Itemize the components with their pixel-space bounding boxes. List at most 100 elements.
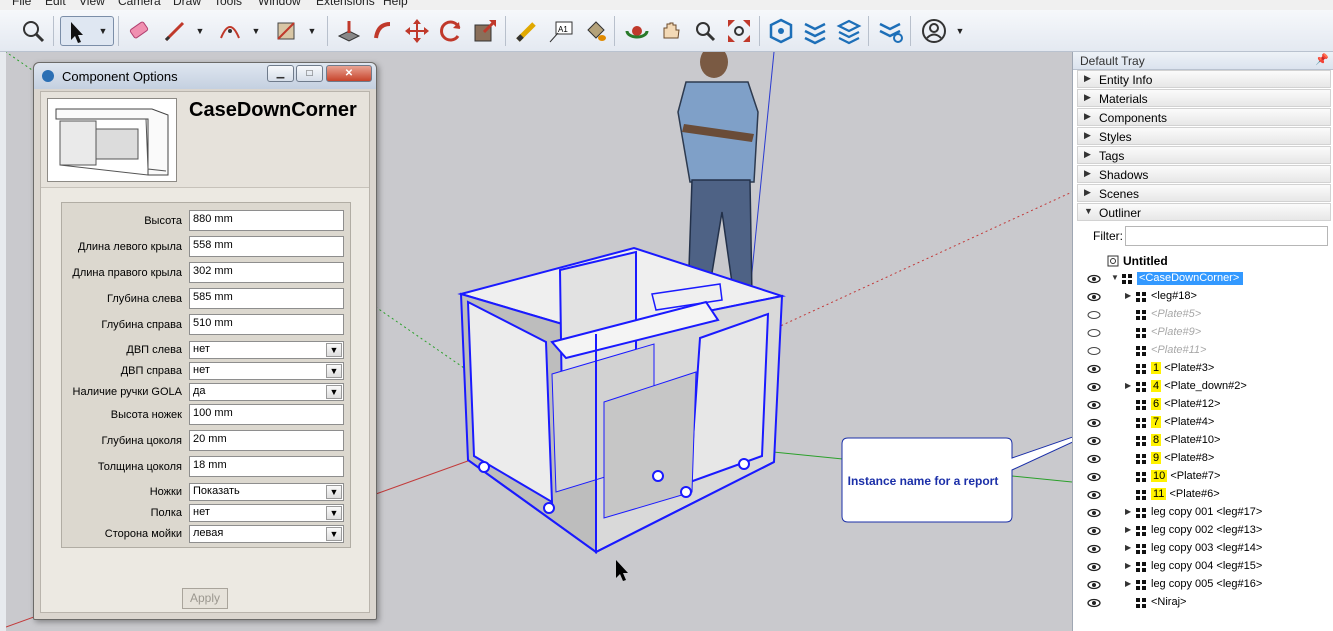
paint-bucket-icon[interactable]	[580, 16, 610, 46]
param-input[interactable]: 510 mm	[189, 314, 344, 335]
outliner-row[interactable]: ▶ leg copy 003 <leg#14>	[1077, 540, 1333, 558]
chevron-down-icon[interactable]: ▼	[307, 26, 317, 36]
param-select[interactable]: нет ▼	[189, 341, 344, 359]
panel-components[interactable]: ▶ Components	[1077, 108, 1331, 126]
outliner-row[interactable]: 8 <Plate#10>	[1077, 432, 1333, 450]
chevron-down-icon[interactable]: ▼	[251, 26, 261, 36]
chevron-down-icon[interactable]: ▼	[98, 26, 108, 36]
outliner-row[interactable]: ▶ leg copy 004 <leg#15>	[1077, 558, 1333, 576]
zoom-extents-icon[interactable]	[724, 16, 754, 46]
outliner-row[interactable]: <Plate#11>	[1077, 342, 1333, 360]
rotate-icon[interactable]	[436, 16, 466, 46]
maximize-icon[interactable]: □	[296, 65, 323, 82]
param-input[interactable]: 585 mm	[189, 288, 344, 309]
outliner-row[interactable]: 7 <Plate#4>	[1077, 414, 1333, 432]
extension-warehouse-icon[interactable]	[800, 16, 830, 46]
eye-icon[interactable]	[1087, 524, 1101, 538]
eye-icon[interactable]	[1087, 434, 1101, 448]
eye-icon[interactable]	[1087, 578, 1101, 592]
eye-icon[interactable]	[1087, 452, 1101, 466]
chevron-down-icon[interactable]: ▼	[326, 485, 342, 499]
outliner-row[interactable]: ▶ leg copy 002 <leg#13>	[1077, 522, 1333, 540]
layout-icon[interactable]	[834, 16, 864, 46]
pin-icon[interactable]: 📌	[1315, 53, 1329, 66]
outliner-row[interactable]: ▶ leg copy 001 <leg#17>	[1077, 504, 1333, 522]
eye-icon[interactable]	[1087, 506, 1101, 520]
panel-materials[interactable]: ▶ Materials	[1077, 89, 1331, 107]
account-icon[interactable]	[919, 16, 949, 46]
filter-input[interactable]	[1125, 226, 1328, 246]
panel-entity-info[interactable]: ▶ Entity Info	[1077, 70, 1331, 88]
outliner-row[interactable]: 6 <Plate#12>	[1077, 396, 1333, 414]
outliner-row[interactable]: ▶ leg copy 005 <leg#16>	[1077, 576, 1333, 594]
outliner-row[interactable]: 1 <Plate#3>	[1077, 360, 1333, 378]
apply-button[interactable]: Apply	[182, 588, 228, 609]
rectangle-icon[interactable]	[271, 16, 301, 46]
outliner-row[interactable]: <Plate#9>	[1077, 324, 1333, 342]
expand-arrow-icon[interactable]: ▶	[1125, 579, 1131, 588]
expand-arrow-icon[interactable]: ▶	[1125, 525, 1131, 534]
follow-me-icon[interactable]	[368, 16, 398, 46]
chevron-down-icon[interactable]: ▼	[326, 506, 342, 520]
eye-hidden-icon[interactable]	[1087, 344, 1101, 358]
eye-icon[interactable]	[1087, 362, 1101, 376]
menu-file[interactable]: File	[12, 0, 31, 8]
param-input[interactable]: 18 mm	[189, 456, 344, 477]
warehouse-icon[interactable]	[766, 16, 796, 46]
text-icon[interactable]: A1	[546, 16, 576, 46]
expand-arrow-icon[interactable]: ▶	[1125, 381, 1131, 390]
eye-icon[interactable]	[1087, 290, 1101, 304]
param-select[interactable]: левая ▼	[189, 525, 344, 543]
param-select[interactable]: нет ▼	[189, 362, 344, 380]
chevron-down-icon[interactable]: ▼	[326, 385, 342, 399]
push-pull-icon[interactable]	[334, 16, 364, 46]
eye-icon[interactable]	[1087, 380, 1101, 394]
eye-icon[interactable]	[1087, 470, 1101, 484]
outliner-row[interactable]: ▶ <leg#18>	[1077, 288, 1333, 306]
param-input[interactable]: 20 mm	[189, 430, 344, 451]
menu-tools[interactable]: Tools	[214, 0, 242, 8]
param-input[interactable]: 100 mm	[189, 404, 344, 425]
menu-edit[interactable]: Edit	[45, 0, 66, 8]
chevron-down-icon[interactable]: ▼	[326, 364, 342, 378]
outliner-row[interactable]: <Plate#5>	[1077, 306, 1333, 324]
move-icon[interactable]	[402, 16, 432, 46]
close-icon[interactable]: ✕	[326, 65, 372, 82]
outliner-row[interactable]: 11 <Plate#6>	[1077, 486, 1333, 504]
tape-measure-icon[interactable]	[512, 16, 542, 46]
param-input[interactable]: 880 mm	[189, 210, 344, 231]
eye-icon[interactable]	[1087, 416, 1101, 430]
outliner-row[interactable]: <Niraj>	[1077, 594, 1333, 612]
eye-hidden-icon[interactable]	[1087, 308, 1101, 322]
eye-icon[interactable]	[1087, 542, 1101, 556]
chevron-down-icon[interactable]: ▼	[955, 26, 965, 36]
pencil-icon[interactable]	[160, 16, 190, 46]
zoom-window-icon[interactable]	[690, 16, 720, 46]
param-input[interactable]: 558 mm	[189, 236, 344, 257]
outliner-row[interactable]: 9 <Plate#8>	[1077, 450, 1333, 468]
chevron-down-icon[interactable]: ▼	[326, 527, 342, 541]
zoom-icon[interactable]	[18, 16, 48, 46]
eraser-icon[interactable]	[124, 16, 154, 46]
panel-styles[interactable]: ▶ Styles	[1077, 127, 1331, 145]
collapse-arrow-icon[interactable]: ▼	[1111, 273, 1119, 282]
menu-extensions[interactable]: Extensions	[316, 0, 375, 8]
outliner-row[interactable]: 10 <Plate#7>	[1077, 468, 1333, 486]
chevron-down-icon[interactable]: ▼	[195, 26, 205, 36]
param-input[interactable]: 302 mm	[189, 262, 344, 283]
eye-icon[interactable]	[1087, 596, 1101, 610]
outliner-row[interactable]: ▼ <CaseDownCorner>	[1077, 270, 1333, 288]
menu-view[interactable]: View	[79, 0, 105, 8]
pan-icon[interactable]	[656, 16, 686, 46]
expand-arrow-icon[interactable]: ▶	[1125, 507, 1131, 516]
chevron-down-icon[interactable]: ▼	[326, 343, 342, 357]
eye-icon[interactable]	[1087, 398, 1101, 412]
extension-manager-icon[interactable]	[876, 16, 906, 46]
expand-arrow-icon[interactable]: ▶	[1125, 561, 1131, 570]
expand-arrow-icon[interactable]: ▶	[1125, 543, 1131, 552]
panel-scenes[interactable]: ▶ Scenes	[1077, 184, 1331, 202]
panel-tags[interactable]: ▶ Tags	[1077, 146, 1331, 164]
expand-arrow-icon[interactable]: ▶	[1125, 291, 1131, 300]
eye-icon[interactable]	[1087, 488, 1101, 502]
param-select[interactable]: Показать ▼	[189, 483, 344, 501]
